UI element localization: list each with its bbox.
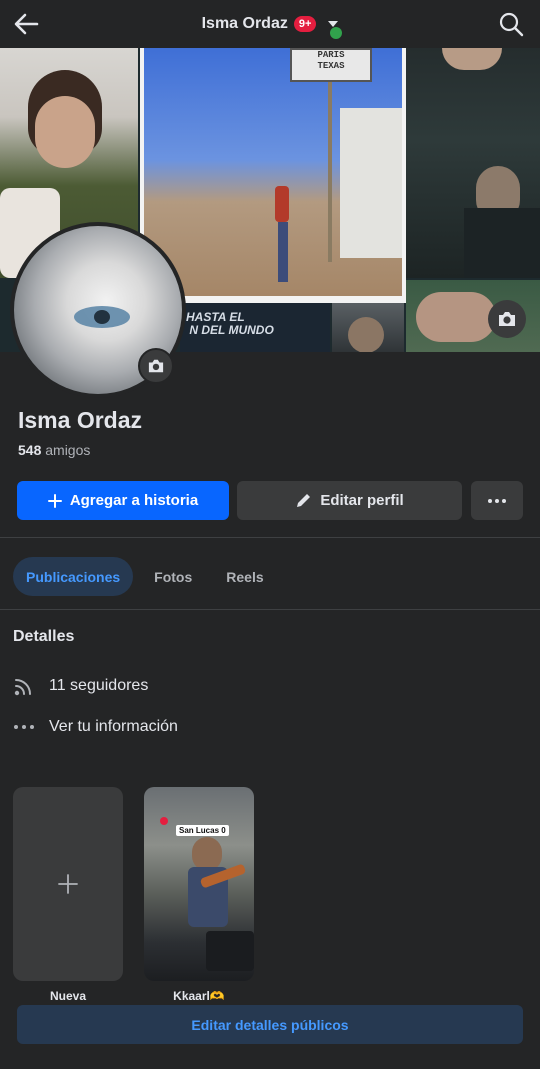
view-info-row[interactable]: Ver tu información: [13, 716, 178, 738]
edit-public-details-button[interactable]: Editar detalles públicos: [17, 1005, 523, 1044]
profile-name: Isma Ordaz: [18, 407, 142, 433]
story-sticker: San Lucas 0: [176, 825, 229, 836]
more-dots-icon: [488, 498, 506, 503]
plus-icon: [47, 493, 62, 508]
pencil-icon: [297, 494, 311, 507]
cover-collage-tile-bottom: HASTA EL N DEL MUNDO: [180, 303, 330, 352]
friends-number: 548: [18, 442, 42, 458]
view-info-text: Ver tu información: [49, 718, 178, 735]
more-dots-icon: [13, 716, 35, 738]
cover-banner-text: HASTA EL N DEL MUNDO: [186, 310, 274, 337]
friends-label: amigos: [45, 442, 91, 458]
tab-reels[interactable]: Reels: [213, 557, 276, 596]
camera-icon: [148, 359, 164, 373]
add-to-story-label: Agregar a historia: [69, 492, 199, 509]
title-group[interactable]: Isma Ordaz 9+: [0, 0, 540, 48]
divider: [0, 609, 540, 610]
edit-profile-label: Editar perfil: [320, 492, 404, 509]
page-title: Isma Ordaz: [201, 15, 288, 32]
edit-profile-button[interactable]: Editar perfil: [237, 481, 462, 520]
divider: [0, 537, 540, 538]
online-status-dot: [330, 27, 342, 39]
cover-collage-tile-right-top: [406, 48, 540, 278]
cover-collage-tile-center: PARIS TEXAS: [140, 48, 406, 303]
story-label: Kkaarl🫶: [173, 989, 225, 1003]
avatar-camera-button[interactable]: [138, 348, 174, 384]
search-icon[interactable]: [498, 11, 524, 37]
profile-tabs: Publicaciones Fotos Reels: [13, 557, 277, 596]
camera-icon: [499, 312, 515, 326]
friends-count[interactable]: 548 amigos: [18, 442, 90, 458]
notification-badge: 9+: [293, 16, 317, 32]
new-story-card[interactable]: [13, 787, 123, 981]
cover-camera-button[interactable]: [488, 300, 526, 338]
plus-icon: [58, 874, 78, 894]
followers-row[interactable]: 11 seguidores: [13, 675, 148, 697]
tab-posts[interactable]: Publicaciones: [13, 557, 134, 596]
story-card[interactable]: San Lucas 0: [144, 787, 254, 981]
cover-collage-tile-bottom-mid: [332, 303, 404, 352]
top-bar: Isma Ordaz 9+: [0, 0, 540, 48]
followers-text: 11 seguidores: [49, 677, 149, 694]
tab-photos[interactable]: Fotos: [141, 557, 205, 596]
rss-feed-icon: [13, 675, 35, 697]
new-story-label: Nueva: [49, 989, 87, 1003]
add-to-story-button[interactable]: Agregar a historia: [17, 481, 229, 520]
more-options-button[interactable]: [471, 481, 523, 520]
cover-sign-text: PARIS TEXAS: [317, 50, 345, 71]
details-heading: Detalles: [13, 628, 75, 645]
